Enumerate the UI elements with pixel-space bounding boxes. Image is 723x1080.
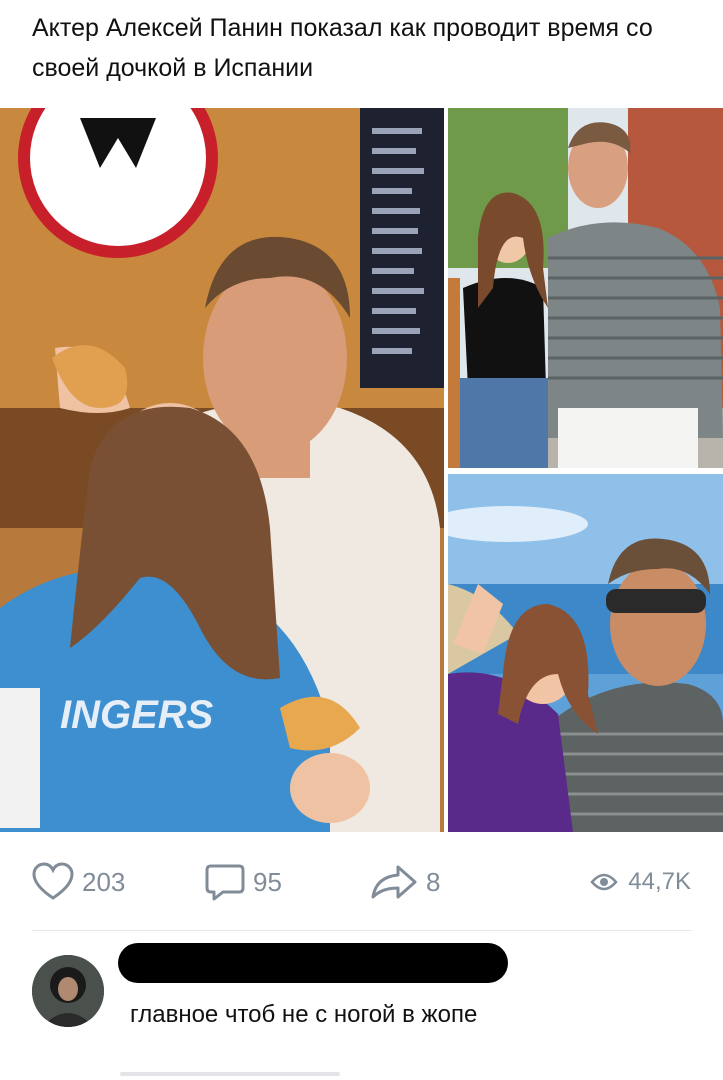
comment: главное чтоб не с ногой в жопе [32,943,712,1035]
comment-button[interactable]: 95 [205,854,282,910]
censored-username [118,943,508,983]
post-text: Актер Алексей Панин показал как проводит… [32,14,653,82]
divider [32,930,692,931]
comment-icon [205,862,245,902]
avatar[interactable] [32,955,104,1027]
hoodie-text: INGERS [60,693,214,737]
share-icon [370,864,418,900]
action-bar: 203 95 8 44,7K [0,854,723,910]
views-count: 44,7K [628,868,691,895]
views-indicator: 44,7K [590,854,691,910]
heart-icon [32,862,74,902]
likes-count: 203 [82,866,126,897]
main-photo[interactable]: INGERS [0,108,444,832]
like-button[interactable]: 203 [32,854,125,910]
top-right-photo[interactable] [448,108,723,468]
photo-grid: INGERS [0,108,723,832]
comment-text: главное чтоб не с ногой в жопе [130,1001,478,1028]
shares-count: 8 [426,866,441,897]
comments-count: 95 [253,866,282,897]
share-button[interactable]: 8 [370,854,440,910]
bottom-right-photo[interactable] [448,474,723,832]
next-comment-placeholder [120,1072,340,1076]
eye-icon [590,872,618,892]
